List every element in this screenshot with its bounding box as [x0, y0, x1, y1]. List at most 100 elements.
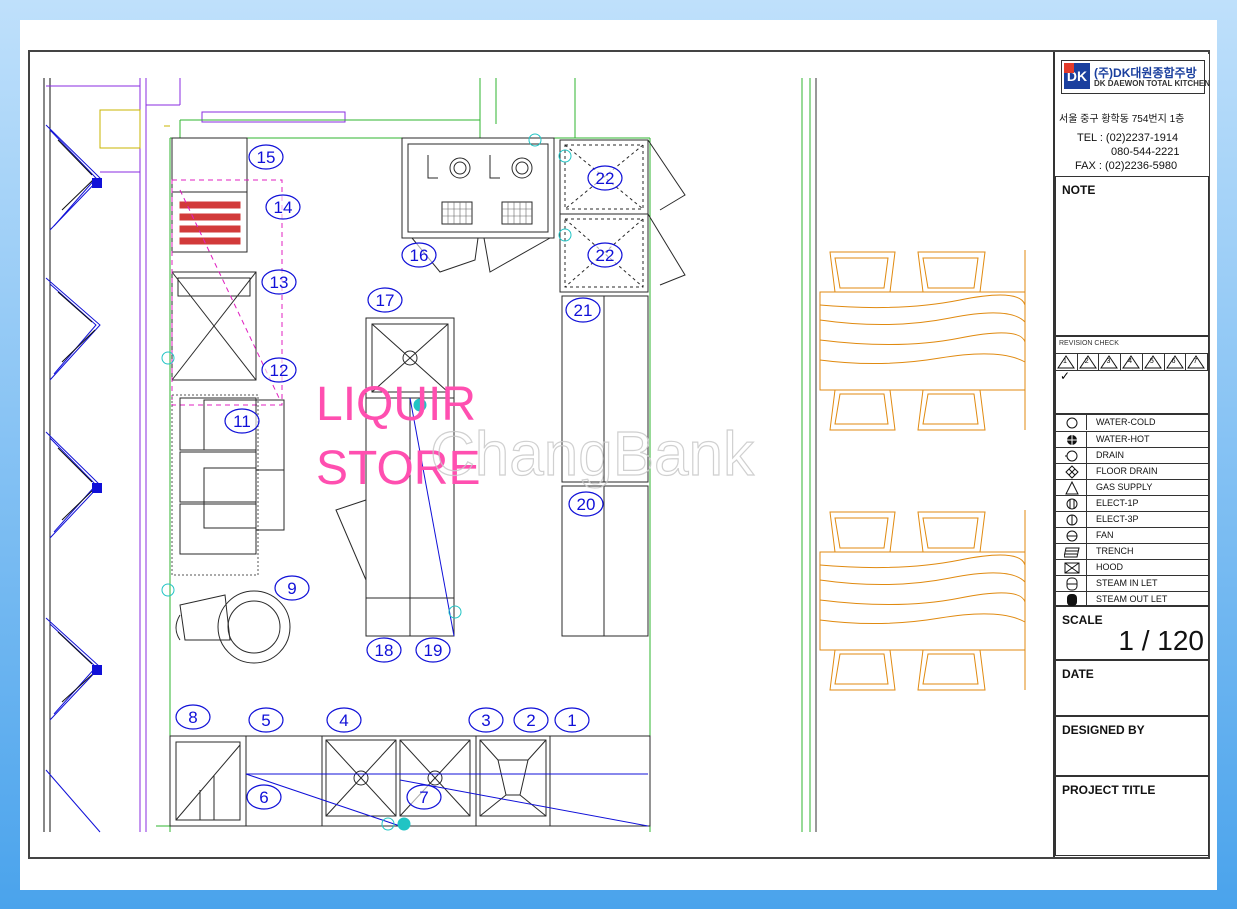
- equipment-tag: 22: [587, 165, 623, 191]
- elect-3p-icon: [1058, 512, 1087, 527]
- equipment-tag: 11: [224, 408, 260, 434]
- drain-icon: [1058, 448, 1087, 463]
- equipment-tag: 8: [175, 704, 211, 730]
- equipment-tag: 7: [406, 784, 442, 810]
- legend-row: DRAIN: [1056, 447, 1208, 463]
- equipment-tag-number: 20: [577, 495, 596, 514]
- revision-triangles: 1234567: [1056, 353, 1209, 371]
- equipment-tag-number: 13: [270, 273, 289, 292]
- equipment-tag-number: 18: [375, 641, 394, 660]
- equipment-tag-number: 8: [188, 708, 197, 727]
- legend-row: FLOOR DRAIN: [1056, 463, 1208, 479]
- equipment-tag: 16: [401, 242, 437, 268]
- dining-tables: [819, 250, 1026, 691]
- revision-check-mark: ✓: [1060, 369, 1071, 383]
- legend-label: FLOOR DRAIN: [1096, 466, 1158, 476]
- revision-mark: 1: [1056, 354, 1078, 370]
- equipment-tag-number: 14: [274, 198, 293, 217]
- equipment-tag: 22: [587, 242, 623, 268]
- legend-row: STEAM IN LET: [1056, 575, 1208, 591]
- company-tel2: 080-544-2221: [1111, 146, 1180, 158]
- equipment-tag-number: 5: [261, 711, 270, 730]
- legend-row: ELECT-3P: [1056, 511, 1208, 527]
- legend-box: WATER-COLD WATER-HOT DRAIN FLOOR DRAIN GAS S…: [1055, 414, 1209, 607]
- equipment-tag: 6: [246, 784, 282, 810]
- legend-label: HOOD: [1096, 562, 1123, 572]
- floor-plan: 123456 7891112131415161718 1920212222 LIQU…: [43, 78, 1026, 833]
- equipment-tag: 4: [326, 707, 362, 733]
- equipment-tag: 17: [367, 287, 403, 313]
- date-box: DATE: [1055, 660, 1209, 716]
- designed-by-label: DESIGNED BY: [1062, 723, 1145, 737]
- elect-1p-icon: [1058, 496, 1087, 511]
- revision-mark: 2: [1078, 354, 1100, 370]
- legend-row: WATER-COLD: [1056, 415, 1208, 431]
- revision-mark: 5: [1143, 354, 1165, 370]
- legend-label: WATER-HOT: [1096, 434, 1150, 444]
- equipment-tag-number: 19: [424, 641, 443, 660]
- equipment-tag: 1: [554, 707, 590, 733]
- legend-label: WATER-COLD: [1096, 417, 1156, 427]
- scale-label: SCALE: [1062, 613, 1103, 627]
- legend-row: GAS SUPPLY: [1056, 479, 1208, 495]
- steam-inlet-icon: [1058, 576, 1087, 591]
- equipment-tag: 15: [248, 144, 284, 170]
- legend-row: WATER-HOT: [1056, 431, 1208, 447]
- revision-mark: 4: [1121, 354, 1143, 370]
- company-tel: TEL : (02)2237-1914: [1077, 132, 1179, 144]
- note-box: NOTE: [1055, 176, 1209, 336]
- equipment-tag: 2: [513, 707, 549, 733]
- legend-row: ELECT-1P: [1056, 495, 1208, 511]
- equipment-tag-number: 4: [339, 711, 348, 730]
- equipment-tag: 19: [415, 637, 451, 663]
- legend-row: FAN: [1056, 527, 1208, 543]
- equipment-tag: 3: [468, 707, 504, 733]
- date-label: DATE: [1062, 667, 1094, 681]
- legend-label: ELECT-1P: [1096, 498, 1139, 508]
- scale-value: 1 / 120: [1118, 625, 1204, 656]
- equipment-tag: 14: [265, 194, 301, 220]
- watermark: ChangBank: [430, 420, 755, 489]
- legend-label: FAN: [1096, 530, 1114, 540]
- company-fax: FAX : (02)2236-5980: [1075, 160, 1178, 172]
- equipment-tag-number: 16: [410, 246, 429, 265]
- left-wall-windows: [43, 78, 102, 833]
- designed-by-box: DESIGNED BY: [1055, 716, 1209, 776]
- note-label: NOTE: [1062, 183, 1096, 197]
- revision-label: REVISION CHECK: [1059, 340, 1119, 347]
- gas-supply-icon: [1058, 480, 1087, 495]
- equipment-tag: 18: [366, 637, 402, 663]
- floor-drain-icon: [1058, 464, 1087, 479]
- legend-row: TRENCH: [1056, 543, 1208, 559]
- company-box: DK (주)DK대원종합주방 DK DAEWON TOTAL KITCHEN 서…: [1055, 54, 1210, 176]
- equipment-tag: 13: [261, 269, 297, 295]
- water-hot-icon: [1058, 432, 1087, 447]
- equipment-tag-number: 7: [419, 788, 428, 807]
- legend-label: STEAM IN LET: [1096, 578, 1158, 588]
- equipment-tag: 5: [248, 707, 284, 733]
- equipment-tag-number: 22: [596, 246, 615, 265]
- steam-outlet-icon: [1058, 592, 1087, 607]
- equipment-tag-number: 17: [376, 291, 395, 310]
- company-name-en: DK DAEWON TOTAL KITCHEN: [1094, 79, 1210, 88]
- legend-label: STEAM OUT LET: [1096, 594, 1168, 604]
- revision-mark: 6: [1165, 354, 1187, 370]
- revision-mark: 7: [1186, 354, 1209, 370]
- legend-row: HOOD: [1056, 559, 1208, 575]
- equipment-tag-number: 2: [526, 711, 535, 730]
- project-title-box: PROJECT TITLE: [1055, 776, 1209, 856]
- project-title-label: PROJECT TITLE: [1062, 783, 1156, 797]
- revision-box: REVISION CHECK 1234567 ✓: [1055, 336, 1209, 414]
- water-cold-icon: [1058, 415, 1087, 430]
- equipment-tag-number: 11: [233, 412, 251, 431]
- legend-label: GAS SUPPLY: [1096, 482, 1153, 492]
- equipment-tag: 12: [261, 357, 297, 383]
- equipment-tag-number: 3: [481, 711, 490, 730]
- trench-icon: [1058, 544, 1087, 559]
- equipment-tag: 9: [274, 575, 310, 601]
- hood-icon: [1058, 560, 1087, 575]
- legend-label: ELECT-3P: [1096, 514, 1139, 524]
- equipment-tag-number: 6: [259, 788, 268, 807]
- legend-label: TRENCH: [1096, 546, 1134, 556]
- legend-row: STEAM OUT LET: [1056, 591, 1208, 607]
